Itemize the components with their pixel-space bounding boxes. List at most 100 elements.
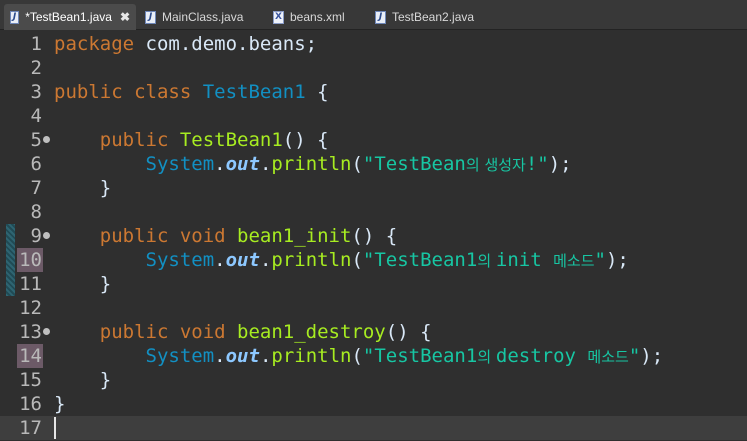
- code-token: bean1_init: [237, 225, 352, 247]
- code-text: package com.demo.beans;: [54, 32, 317, 56]
- code-token: }: [54, 273, 112, 295]
- code-line[interactable]: 16}: [0, 392, 747, 416]
- code-token: "TestBean1: [362, 345, 478, 367]
- code-token: .: [259, 345, 272, 367]
- line-number: 13: [19, 321, 42, 343]
- code-line[interactable]: 5 public TestBean1() {: [0, 128, 747, 152]
- code-line[interactable]: 12: [0, 296, 747, 320]
- code-token: System: [54, 249, 215, 271]
- code-text: }: [54, 272, 111, 296]
- code-token: 의: [477, 348, 496, 366]
- code-token: "TestBean: [362, 153, 466, 175]
- code-token: ": [594, 249, 606, 271]
- line-number: 15: [19, 369, 42, 391]
- tab-mainclass-java[interactable]: J MainClass.java: [139, 4, 251, 30]
- code-text: System.out.println("TestBean1의 init 메소드"…: [54, 248, 629, 273]
- code-text: }: [54, 176, 111, 200]
- fold-toggle-icon[interactable]: [43, 328, 50, 335]
- code-line[interactable]: 17: [0, 416, 747, 440]
- code-line[interactable]: 1 package com.demo.beans;: [0, 32, 747, 56]
- code-token: );: [605, 249, 629, 271]
- code-token: println: [271, 345, 352, 367]
- code-line[interactable]: 6 System.out.println("TestBean의 생성자!");: [0, 152, 747, 176]
- code-line[interactable]: 14 System.out.println("TestBean1의 destro…: [0, 344, 747, 368]
- java-file-icon: J: [375, 10, 386, 24]
- code-line[interactable]: 11 }: [0, 272, 747, 296]
- code-text: System.out.println("TestBean의 생성자!");: [54, 152, 572, 177]
- code-text: public class TestBean1 {: [54, 80, 329, 104]
- code-token: .: [259, 153, 272, 175]
- line-number: 6: [30, 153, 42, 175]
- code-line[interactable]: 10 System.out.println("TestBean1의 init 메…: [0, 248, 747, 272]
- tab-beans-xml[interactable]: X beans.xml: [267, 4, 367, 30]
- tab-label: beans.xml: [290, 10, 345, 24]
- code-token: }: [54, 393, 66, 415]
- code-token: );: [548, 153, 572, 175]
- code-line[interactable]: 2: [0, 56, 747, 80]
- tab-label: MainClass.java: [162, 10, 244, 24]
- line-number: 10: [19, 249, 42, 271]
- code-token: init: [495, 249, 554, 271]
- line-number: 4: [30, 105, 42, 127]
- code-token: ": [628, 345, 641, 367]
- line-number: 1: [30, 33, 42, 55]
- code-token: 메소드: [587, 348, 629, 366]
- code-token: public: [54, 129, 180, 151]
- line-number: 14: [19, 345, 42, 367]
- fold-toggle-icon[interactable]: [43, 136, 50, 143]
- line-number: 5: [30, 129, 42, 151]
- code-token: public void: [54, 225, 238, 247]
- java-file-icon: J: [10, 10, 20, 24]
- code-line[interactable]: 8: [0, 200, 747, 224]
- code-editor[interactable]: 1 package com.demo.beans; 2 3 public class T…: [0, 30, 747, 441]
- code-token: destroy: [495, 345, 588, 367]
- code-text: System.out.println("TestBean1의 destroy 메…: [54, 344, 664, 369]
- line-number: 12: [19, 297, 42, 319]
- code-line[interactable]: 7 }: [0, 176, 747, 200]
- code-line[interactable]: 9 public void bean1_init() {: [0, 224, 747, 248]
- code-token: .: [259, 249, 272, 271]
- code-token: 메소드: [553, 252, 595, 270]
- code-token: out: [225, 345, 260, 367]
- line-number: 9: [30, 225, 42, 247]
- line-number: 11: [19, 273, 42, 295]
- code-token: com.demo.beans;: [145, 33, 318, 55]
- code-text: }: [54, 392, 65, 416]
- tab-testbean2-java[interactable]: J TestBean2.java: [369, 4, 487, 30]
- code-token: out: [225, 249, 260, 271]
- text-caret: [54, 417, 56, 439]
- code-token: println: [271, 249, 352, 271]
- code-token: !": [525, 153, 549, 175]
- code-token: {: [305, 81, 329, 103]
- code-line[interactable]: 15 }: [0, 368, 747, 392]
- line-number: 3: [30, 81, 42, 103]
- code-text: public void bean1_destroy() {: [54, 320, 432, 344]
- code-token: System: [54, 153, 215, 175]
- code-line[interactable]: 3 public class TestBean1 {: [0, 80, 747, 104]
- code-text: public void bean1_init() {: [54, 224, 397, 248]
- code-line[interactable]: 13 public void bean1_destroy() {: [0, 320, 747, 344]
- close-icon[interactable]: ✖: [120, 10, 130, 24]
- code-token: TestBean1: [179, 129, 283, 151]
- code-text: }: [54, 368, 111, 392]
- code-token: "TestBean1: [362, 249, 478, 271]
- code-token: public class: [54, 81, 203, 103]
- code-token: public void: [54, 321, 238, 343]
- code-token: (: [351, 249, 363, 271]
- code-token: () {: [351, 225, 398, 247]
- code-token: System: [54, 345, 215, 367]
- code-token: .: [214, 249, 226, 271]
- code-text: public TestBean1() {: [54, 128, 329, 152]
- code-token: }: [54, 369, 112, 391]
- code-token: package: [54, 33, 146, 55]
- tab-label: *TestBean1.java: [25, 10, 112, 24]
- line-number: 16: [19, 393, 42, 415]
- fold-toggle-icon[interactable]: [43, 232, 50, 239]
- code-line[interactable]: 4: [0, 104, 747, 128]
- line-number: 17: [19, 417, 42, 439]
- editor-tab-bar: J *TestBean1.java ✖ J MainClass.java X b…: [0, 0, 747, 30]
- code-token: 의 생성자: [465, 156, 526, 174]
- xml-file-icon: X: [273, 10, 284, 24]
- tab-testbean1-java[interactable]: J *TestBean1.java ✖: [4, 4, 136, 30]
- code-token: bean1_destroy: [237, 321, 386, 343]
